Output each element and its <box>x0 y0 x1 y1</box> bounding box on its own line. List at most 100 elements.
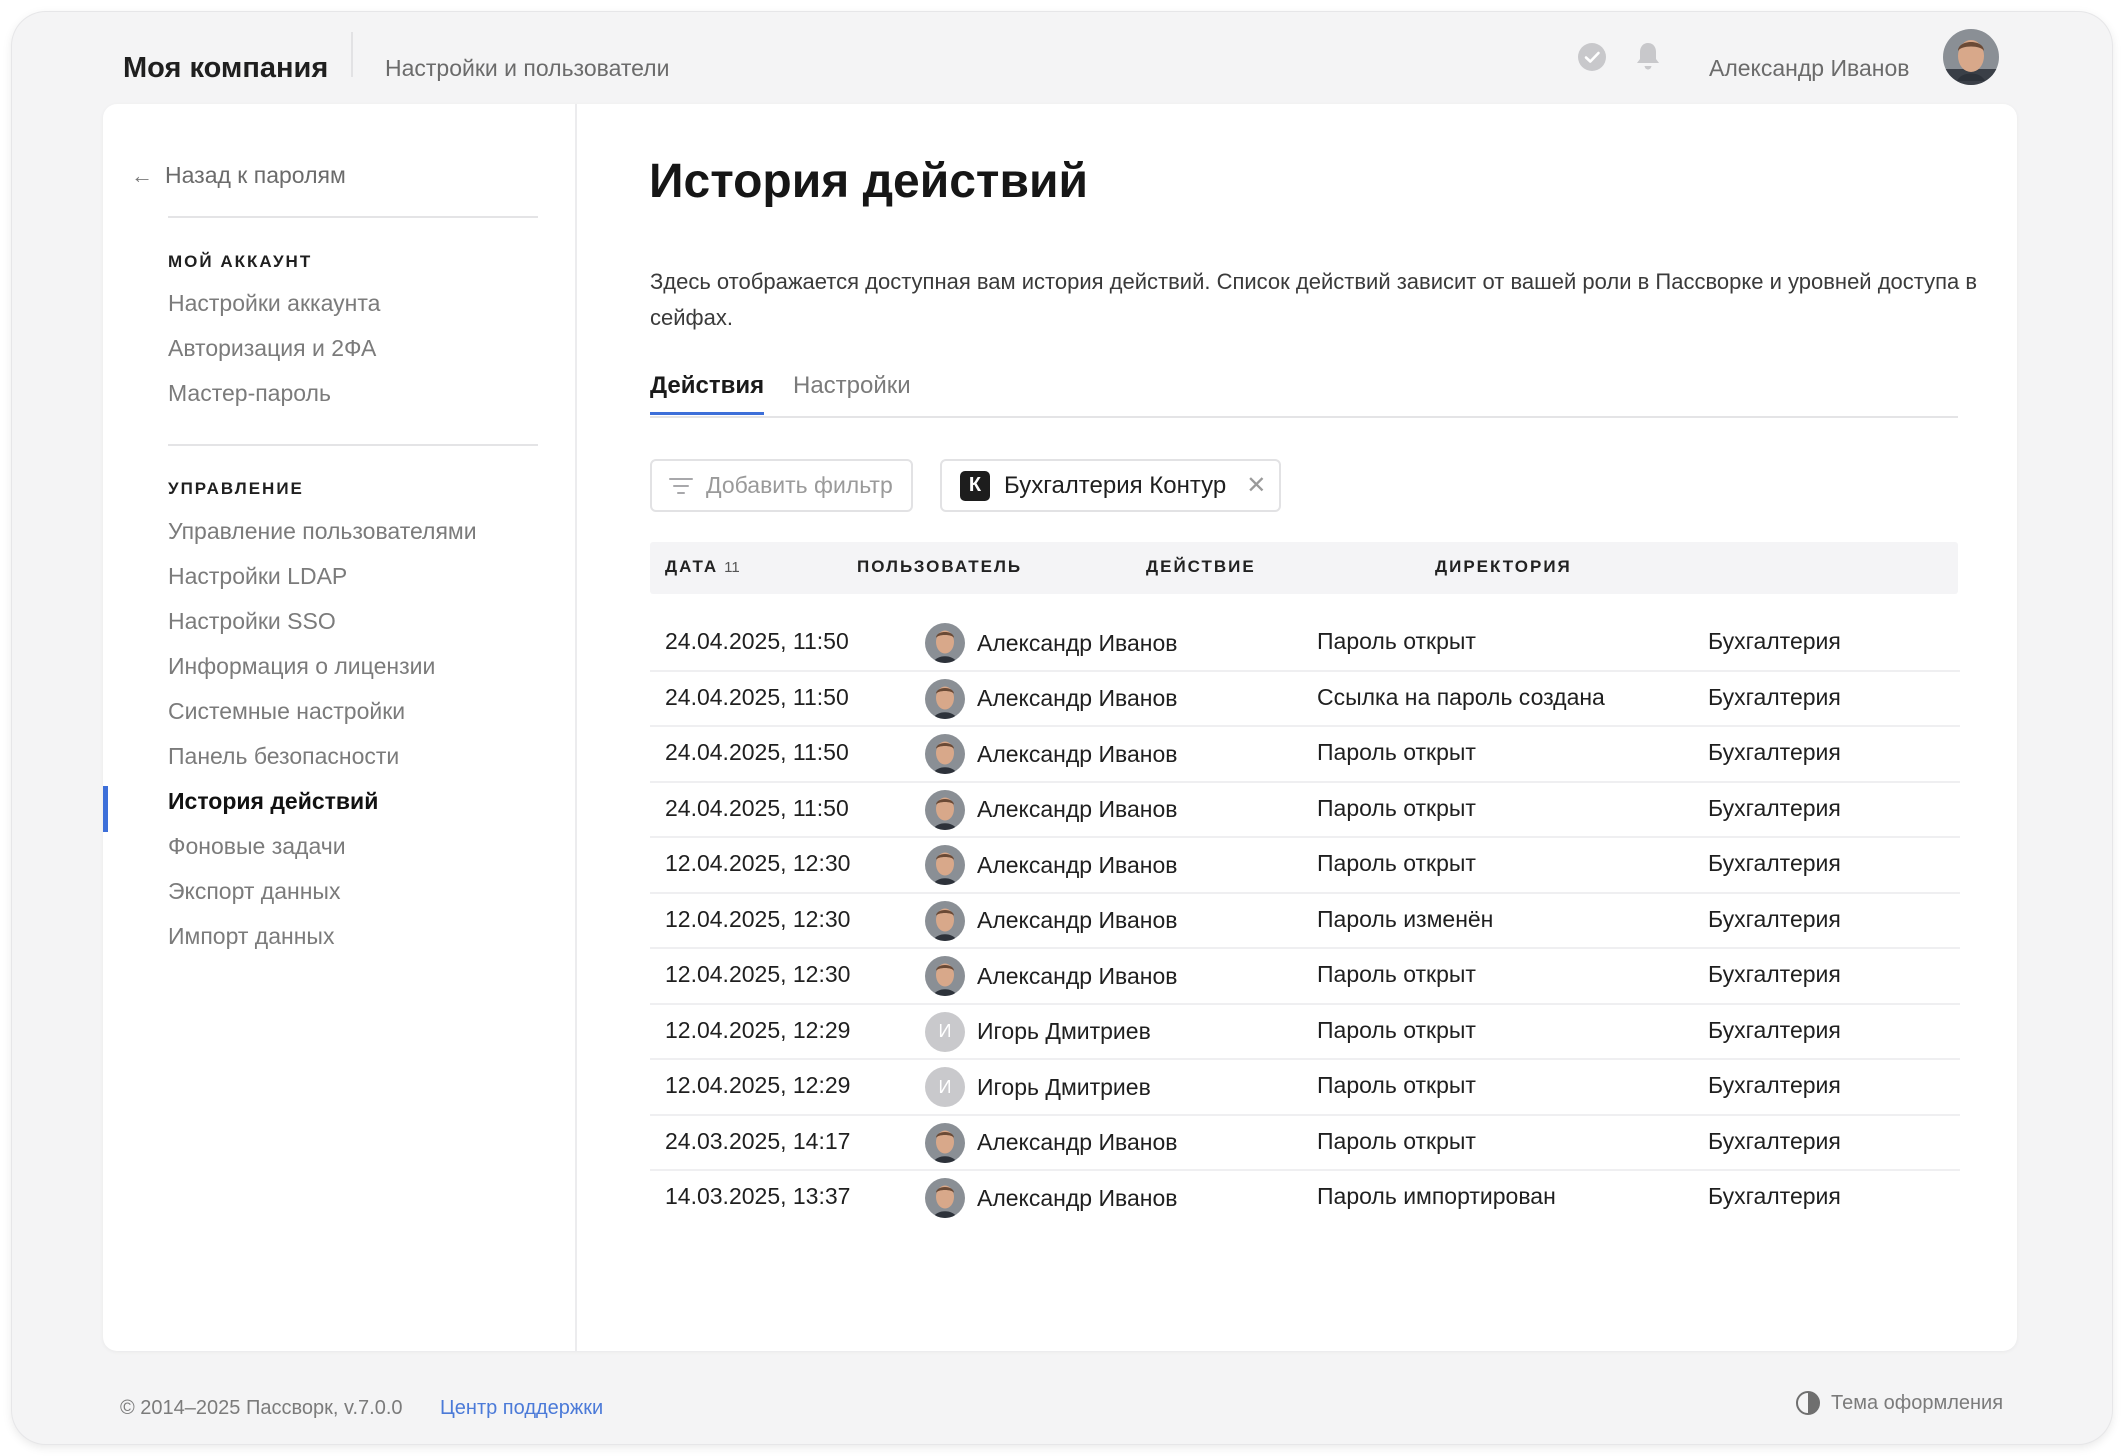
sidebar-item-license[interactable]: Информация о лицензии <box>168 653 435 680</box>
row-user[interactable]: Александр Иванов <box>925 734 1177 774</box>
table-row[interactable]: 12.04.2025, 12:29 И Игорь Дмитриев Пароль о… <box>650 1060 1960 1116</box>
row-action: Пароль импортирован <box>1317 1183 1556 1209</box>
sidebar-divider <box>575 104 577 1351</box>
avatar: И <box>925 1011 965 1052</box>
theme-toggle[interactable]: Тема оформления <box>1795 1390 2003 1416</box>
row-user[interactable]: Александр Иванов <box>925 1178 1177 1218</box>
tab-settings[interactable]: Настройки <box>793 372 911 412</box>
row-directory: Бухгалтерия <box>1708 1183 1841 1209</box>
row-user-name: Александр Иванов <box>977 629 1178 656</box>
user-photo-icon <box>925 623 965 663</box>
sidebar-item-master-password[interactable]: Мастер-пароль <box>168 380 331 407</box>
row-date: 12.04.2025, 12:30 <box>665 961 851 987</box>
row-user[interactable]: Александр Иванов <box>925 845 1177 885</box>
table-row[interactable]: 24.04.2025, 11:50 Александр Иванов Пароль … <box>650 727 1960 783</box>
sidebar-item-activity-history[interactable]: История действий <box>168 788 378 815</box>
sidebar-item-auth-2fa[interactable]: Авторизация и 2ФА <box>168 335 376 362</box>
sidebar-item-account-settings[interactable]: Настройки аккаунта <box>168 290 380 317</box>
add-filter-button[interactable]: Добавить фильтр <box>650 459 913 512</box>
user-photo-icon <box>925 789 965 830</box>
row-action: Пароль открыт <box>1317 961 1476 987</box>
table-row[interactable]: 24.04.2025, 11:50 Александр Иванов Пароль … <box>650 616 1960 672</box>
back-to-passwords-link[interactable]: ← Назад к паролям <box>131 162 346 189</box>
table-row[interactable]: 12.04.2025, 12:30 Александр Иванов Пароль … <box>650 838 1960 894</box>
table-row[interactable]: 24.04.2025, 11:50 Александр Иванов Пароль … <box>650 783 1960 838</box>
sidebar-item-sso[interactable]: Настройки SSO <box>168 608 336 635</box>
table-row[interactable]: 24.03.2025, 14:17 Александр Иванов Пароль … <box>650 1116 1960 1171</box>
app-window: Моя компания Настройки и пользователи Ал… <box>12 12 2112 1444</box>
table-row[interactable]: 12.04.2025, 12:29 И Игорь Дмитриев Пароль о… <box>650 1005 1960 1060</box>
page-title: История действий <box>649 155 1088 208</box>
admin-section-heading: УПРАВЛЕНИЕ <box>168 479 304 498</box>
row-directory: Бухгалтерия <box>1708 961 1841 987</box>
row-user-name: Александр Иванов <box>977 796 1178 822</box>
avatar[interactable] <box>1943 29 1999 85</box>
row-user[interactable]: Александр Иванов <box>925 789 1178 830</box>
avatar <box>925 623 965 663</box>
sidebar-item-data-export[interactable]: Экспорт данных <box>168 878 340 905</box>
account-section-heading: МОЙ АККАУНТ <box>168 252 313 271</box>
close-icon[interactable]: ✕ <box>1246 471 1266 500</box>
check-circle-icon[interactable] <box>1577 42 1607 72</box>
row-directory: Бухгалтерия <box>1708 905 1841 932</box>
table-row[interactable]: 12.04.2025, 12:30 Александр Иванов Пароль … <box>650 949 1960 1005</box>
table-row[interactable]: 24.04.2025, 11:50 Александр Иванов Ссылка … <box>650 672 1960 727</box>
row-date: 12.04.2025, 12:29 <box>665 1016 851 1043</box>
row-date: 24.04.2025, 11:50 <box>665 683 849 710</box>
sidebar-item-ldap[interactable]: Настройки LDAP <box>168 563 347 590</box>
tab-actions[interactable]: Действия <box>650 372 765 415</box>
row-user-name: Александр Иванов <box>977 685 1178 711</box>
tab-bar: Действия Настройки <box>650 372 1958 418</box>
sidebar-item-user-management[interactable]: Управление пользователями <box>168 518 477 545</box>
row-user[interactable]: И Игорь Дмитриев <box>925 1067 1151 1107</box>
back-label: Назад к паролям <box>165 162 346 188</box>
row-directory: Бухгалтерия <box>1708 628 1841 654</box>
current-user-name[interactable]: Александр Иванов <box>1709 55 1909 82</box>
theme-label: Тема оформления <box>1831 1391 2004 1414</box>
row-user[interactable]: Александр Иванов <box>925 1122 1178 1163</box>
page-description: Здесь отображается доступная вам история… <box>650 269 1978 330</box>
table-row[interactable]: 12.04.2025, 12:30 Александр Иванов Пароль … <box>650 894 1960 949</box>
top-bar: Моя компания Настройки и пользователи Ал… <box>12 12 2112 104</box>
company-name[interactable]: Моя компания <box>123 52 328 85</box>
copyright: © 2014–2025 Пассворк, v.7.0.0 <box>120 1397 403 1419</box>
row-user[interactable]: Александр Иванов <box>925 956 1177 996</box>
row-user[interactable]: Александр Иванов <box>925 678 1178 719</box>
column-header-action[interactable]: ДЕЙСТВИЕ <box>1146 557 1256 577</box>
row-date: 24.03.2025, 14:17 <box>665 1127 851 1154</box>
sidebar-item-security-dashboard[interactable]: Панель безопасности <box>168 743 399 770</box>
row-user[interactable]: Александр Иванов <box>925 900 1177 941</box>
row-action: Пароль открыт <box>1317 1127 1476 1154</box>
sidebar-separator <box>168 444 538 446</box>
avatar <box>925 845 965 885</box>
row-date: 24.04.2025, 11:50 <box>665 794 849 821</box>
column-header-date[interactable]: ДАТА 11 <box>665 557 740 577</box>
sidebar-item-background-tasks[interactable]: Фоновые задачи <box>168 833 346 860</box>
avatar <box>925 1122 965 1163</box>
user-photo-icon <box>925 678 965 719</box>
filter-chip-label: Бухгалтерия Контур <box>1004 471 1227 499</box>
contrast-icon <box>1796 1391 1820 1415</box>
row-action: Пароль открыт <box>1317 739 1476 765</box>
table-header: ДАТА 11 ПОЛЬЗОВАТЕЛЬ ДЕЙСТВИЕ ДИРЕКТОРИЯ <box>650 542 1958 594</box>
sidebar-item-system-settings[interactable]: Системные настройки <box>168 698 405 725</box>
row-action: Пароль изменён <box>1317 905 1494 932</box>
table-row[interactable]: 14.03.2025, 13:37 Александр Иванов Пароль … <box>650 1171 1960 1227</box>
support-center-link[interactable]: Центр поддержки <box>440 1397 603 1420</box>
row-user[interactable]: И Игорь Дмитриев <box>925 1011 1151 1052</box>
column-header-user[interactable]: ПОЛЬЗОВАТЕЛЬ <box>857 557 1022 577</box>
filter-icon <box>669 477 693 494</box>
column-header-directory[interactable]: ДИРЕКТОРИЯ <box>1435 557 1572 577</box>
bell-icon[interactable] <box>1633 40 1663 72</box>
row-user-name: Александр Иванов <box>977 1129 1178 1155</box>
row-directory: Бухгалтерия <box>1708 1072 1841 1098</box>
sidebar-item-data-import[interactable]: Импорт данных <box>168 923 334 950</box>
row-user[interactable]: Александр Иванов <box>925 623 1177 663</box>
avatar: И <box>925 1067 965 1107</box>
filter-chip[interactable]: К Бухгалтерия Контур ✕ <box>940 459 1281 512</box>
main-panel: ← Назад к паролям МОЙ АККАУНТ Настройки … <box>103 104 2017 1351</box>
row-date: 12.04.2025, 12:30 <box>665 905 851 932</box>
row-action: Пароль открыт <box>1317 628 1476 654</box>
row-user-name: Александр Иванов <box>977 851 1178 878</box>
row-date: 12.04.2025, 12:29 <box>665 1072 851 1098</box>
